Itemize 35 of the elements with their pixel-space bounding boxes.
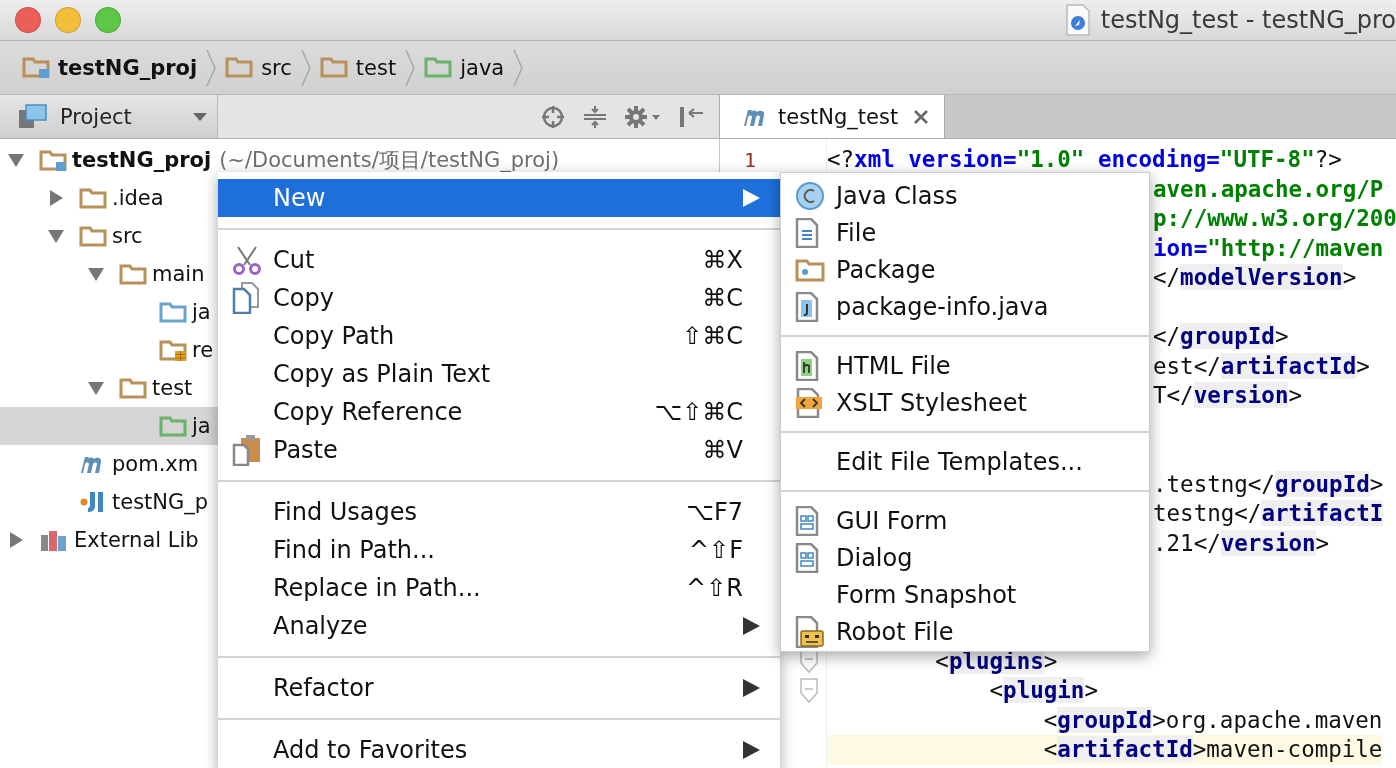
- item-label: src: [112, 224, 143, 248]
- code-line: </modelVersion>: [1153, 263, 1357, 292]
- code-line: .21</version>: [1153, 528, 1330, 558]
- shortcut-label: ^⇧F: [688, 536, 743, 564]
- window-title: testNg_test - testNG_pro: [1100, 6, 1396, 34]
- shortcut-label: ⌥F7: [686, 498, 743, 526]
- code-line: <plugin>: [988, 676, 1098, 705]
- shortcut-label: ⇧⌘C: [682, 322, 743, 350]
- code-line: </groupId>: [1153, 322, 1289, 351]
- code-line: testng</artifactI: [1153, 499, 1384, 528]
- item-label: test: [152, 376, 193, 400]
- path-label: (~/Documents/项目/testNG_proj): [219, 147, 560, 174]
- item-label: pom.xm: [112, 452, 199, 476]
- item-label: ja: [192, 300, 211, 324]
- shortcut-label: ⌘V: [702, 436, 743, 464]
- shortcut-label: ^⇧R: [686, 574, 743, 602]
- code-line: <?xml version="1.0" encoding="UTF-8"?>: [827, 145, 1342, 174]
- code-line: p://www.w3.org/200: [1153, 204, 1396, 233]
- code-line: aven.apache.org/P: [1153, 174, 1384, 204]
- code-line: .testng</groupId>: [1153, 469, 1384, 499]
- shortcut-label: ⌘C: [702, 284, 743, 312]
- item-label: ja: [192, 414, 211, 438]
- item-label: testNG_proj: [72, 148, 212, 172]
- code-line: est</artifactId>: [1153, 351, 1370, 381]
- shortcut-label: ⌥⇧⌘C: [654, 398, 743, 426]
- item-label: re: [192, 338, 214, 362]
- item-label: External Lib: [74, 528, 199, 552]
- code-line: ion="http://maven: [1153, 233, 1384, 263]
- item-label: testNG_p: [112, 490, 209, 514]
- shortcut-label: ⌘X: [702, 246, 743, 274]
- code-line: <groupId>org.apache.maven: [1042, 705, 1383, 735]
- line-number: 1: [742, 147, 757, 172]
- item-label: main: [152, 262, 205, 286]
- item-label: .idea: [112, 186, 164, 210]
- code-line: T</version>: [1153, 381, 1302, 410]
